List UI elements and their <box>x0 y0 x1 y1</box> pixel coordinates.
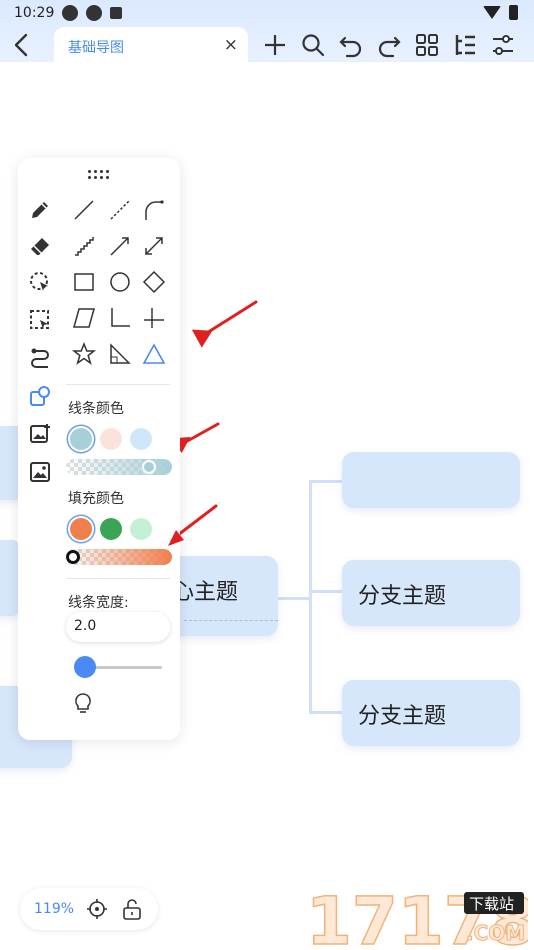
status-bar: 10:29 <box>14 5 123 21</box>
zigzag-line-icon[interactable] <box>72 234 96 258</box>
star-icon[interactable] <box>72 342 96 366</box>
line-width-value: 2.0 <box>74 618 97 634</box>
line-width-knob[interactable] <box>74 656 96 678</box>
add-icon[interactable] <box>262 32 288 58</box>
connector-branch-1 <box>309 480 343 483</box>
dashed-line-icon[interactable] <box>108 198 132 222</box>
zoom-level[interactable]: 119% <box>34 901 74 917</box>
app-notification-icon-2 <box>86 5 103 21</box>
line-opacity-slider[interactable] <box>66 459 172 475</box>
shapes-icon[interactable] <box>28 384 52 408</box>
circle-icon[interactable] <box>108 270 132 294</box>
fill-color-label: 填充颜色 <box>68 491 124 507</box>
branch-node-3[interactable]: 分支主题 <box>342 680 520 746</box>
line-color-swatch-2[interactable] <box>100 428 122 450</box>
diamond-icon[interactable] <box>142 270 166 294</box>
search-icon[interactable] <box>300 32 326 58</box>
line-opacity-fill <box>66 459 172 475</box>
line-width-field[interactable]: 2.0 <box>66 612 170 642</box>
watermark-logo: 17178 下载站 .COM <box>306 888 528 948</box>
eraser-icon[interactable] <box>28 234 52 258</box>
center-topic-underline <box>184 620 278 621</box>
axis-corner-icon[interactable] <box>108 306 132 330</box>
parallelogram-icon[interactable] <box>72 306 96 330</box>
line-width-label: 线条宽度: <box>68 595 129 611</box>
fill-color-swatch-1[interactable] <box>70 518 92 540</box>
fill-opacity-thumb[interactable] <box>66 550 80 564</box>
image-icon[interactable] <box>28 460 52 484</box>
right-triangle-icon[interactable] <box>108 342 132 366</box>
undo-icon[interactable] <box>338 32 364 58</box>
arrow-line-icon[interactable] <box>108 234 132 258</box>
watermark-badge: 下载站 <box>469 895 514 913</box>
branch-node-1[interactable] <box>342 452 520 508</box>
annotation-arrow-3-head <box>168 530 184 546</box>
lightbulb-icon[interactable] <box>72 692 94 716</box>
panel-divider-2 <box>66 578 170 579</box>
branch-text-2: 分支主题 <box>358 584 447 609</box>
pencil-icon[interactable] <box>28 198 52 222</box>
back-icon[interactable] <box>10 32 34 58</box>
rectangle-icon[interactable] <box>72 270 96 294</box>
tab-mindmap[interactable]: 基础导图 × <box>54 27 248 63</box>
watermark-domain: .COM <box>466 921 525 945</box>
grid-icon[interactable] <box>414 32 440 58</box>
fill-color-swatch-2[interactable] <box>100 518 122 540</box>
header-toolbar <box>262 32 516 58</box>
line-color-swatch-1[interactable] <box>70 428 92 450</box>
line-color-label: 线条颜色 <box>68 401 124 417</box>
left-node-2[interactable] <box>0 540 20 616</box>
redo-icon[interactable] <box>376 32 402 58</box>
tab-close-button[interactable]: × <box>224 35 238 55</box>
status-time: 10:29 <box>14 5 55 21</box>
top-bar: 10:29 基础导图 × <box>0 0 534 63</box>
connector-trunk <box>309 480 312 714</box>
branch-text-3: 分支主题 <box>358 704 447 729</box>
annotation-arrow-2 <box>180 422 220 453</box>
drawing-panel: 线条颜色 填充颜色 线条宽度: 2.0 <box>18 158 180 740</box>
axis-cross-icon[interactable] <box>142 306 166 330</box>
connector-path-icon[interactable] <box>28 346 52 370</box>
battery-icon <box>509 5 518 20</box>
connector-line <box>278 597 312 600</box>
settings-sliders-icon[interactable] <box>490 32 516 58</box>
app-notification-icon <box>62 5 79 21</box>
double-arrow-line-icon[interactable] <box>142 234 166 258</box>
drag-handle[interactable] <box>88 170 110 182</box>
locate-center-icon[interactable] <box>86 898 108 920</box>
branch-node-2[interactable]: 分支主题 <box>342 560 520 626</box>
lasso-select-icon[interactable] <box>28 270 52 294</box>
bottom-toolbar: 119% <box>20 888 158 930</box>
annotation-arrow-1 <box>191 300 258 348</box>
connector-branch-2 <box>309 590 343 593</box>
fill-color-swatch-3[interactable] <box>130 518 152 540</box>
line-color-swatch-3[interactable] <box>130 428 152 450</box>
triangle-icon[interactable] <box>142 342 166 366</box>
fill-opacity-slider[interactable] <box>66 549 172 565</box>
box-select-icon[interactable] <box>28 308 52 332</box>
wifi-icon <box>483 6 501 19</box>
curve-line-icon[interactable] <box>142 198 166 222</box>
tab-title: 基础导图 <box>68 40 124 56</box>
fill-opacity-fill <box>66 549 172 565</box>
notification-a-icon <box>110 7 123 19</box>
panel-divider-1 <box>66 384 170 385</box>
insert-image-icon[interactable] <box>28 422 52 446</box>
line-icon[interactable] <box>72 198 96 222</box>
unlock-icon[interactable] <box>122 898 142 920</box>
connector-branch-3 <box>309 711 343 714</box>
status-right <box>483 5 518 20</box>
outline-icon[interactable] <box>452 32 478 58</box>
